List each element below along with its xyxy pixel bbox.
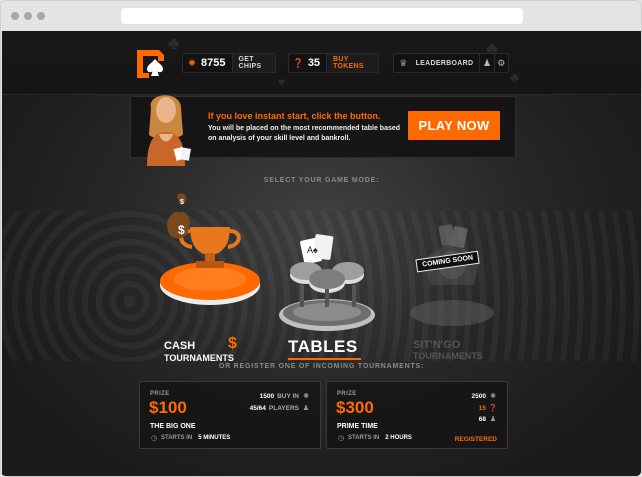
- dollar-icon: $: [228, 335, 237, 352]
- poker-chips-icon: A♠: [279, 234, 375, 331]
- window-dot-icon[interactable]: [11, 12, 19, 20]
- buy-in-value: 1500: [259, 392, 275, 400]
- tournament-card[interactable]: PRIZE $100 1500 BUY IN ✺ 45/64 PLAYERS ♟…: [139, 381, 321, 449]
- chips-count: 8755: [201, 57, 226, 69]
- get-chips-button[interactable]: GET CHIPS: [231, 54, 275, 72]
- token-icon: ❓: [488, 405, 498, 412]
- banner-description: You will be placed on the most recommend…: [208, 125, 401, 142]
- cash-tournaments-label[interactable]: CASH TOURNAMENTS: [164, 340, 234, 364]
- chips-balance: ✺ 8755 GET CHIPS: [182, 53, 276, 73]
- prize-label: PRIZE: [150, 391, 170, 397]
- leaderboard-bar: ♛ LEADERBOARD ♟ ⚙: [393, 53, 509, 73]
- buy-in-row: 2500 ✺: [471, 392, 497, 401]
- game-mode-heading: SELECT YOUR GAME MODE:: [263, 177, 380, 184]
- sitngo-table-icon: [410, 224, 494, 326]
- tournament-card[interactable]: PRIZE $300 2500 ✺ 15 ❓ 68 ♟ PRIME TIME ◷…: [326, 381, 508, 449]
- club-decor-icon: ♣: [510, 69, 520, 85]
- tables-label[interactable]: TABLES: [288, 337, 358, 357]
- window-dot-icon[interactable]: [24, 12, 32, 20]
- prize-amount: $100: [149, 398, 187, 417]
- browser-window: ♣ ♠ ♣ ♥ ✺ 8755 GET CHIPS ❓ 35 BUY TOKENS…: [0, 0, 642, 477]
- heart-decor-icon: ♥: [278, 75, 286, 89]
- starts-value: 2 HOURS: [385, 435, 412, 441]
- tournaments-heading: OR REGISTER ONE OF INCOMING TOURNAMENTS:: [218, 363, 425, 370]
- club-decor-icon: ♣: [168, 33, 180, 53]
- play-now-button[interactable]: PLAY NOW: [408, 111, 500, 140]
- tournament-name: PRIME TIME: [337, 423, 378, 430]
- sitngo-mode: [404, 221, 500, 327]
- registered-status: REGISTERED: [454, 436, 497, 443]
- cash-tournaments-mode[interactable]: $ $: [154, 189, 266, 327]
- svg-text:A♠: A♠: [307, 245, 318, 255]
- players-value: 68: [478, 415, 486, 423]
- trophy-icon: ♛: [399, 57, 408, 68]
- tokens-row: 15 ❓: [478, 404, 498, 413]
- clock-icon: ◷: [150, 435, 158, 442]
- buy-in-label: BUY IN: [277, 392, 299, 400]
- trophy-money-icon: $ $: [160, 193, 260, 305]
- banner-title: If you love instant start, click the but…: [208, 111, 381, 121]
- tables-underline: [288, 358, 361, 360]
- players-icon: ♟: [302, 405, 310, 412]
- svg-text:$: $: [178, 223, 185, 237]
- chip-icon: ✺: [490, 393, 496, 400]
- players-icon: ♟: [489, 416, 497, 423]
- sitngo-label-line1: SIT'N'GO: [413, 339, 461, 351]
- tokens-value: 15: [478, 404, 486, 412]
- buy-tokens-button[interactable]: BUY TOKENS: [326, 54, 378, 72]
- svg-text:$: $: [180, 199, 184, 206]
- address-bar[interactable]: [121, 8, 523, 24]
- tables-mode[interactable]: A♠: [272, 227, 382, 331]
- sitngo-label-line2: TOURNAMENTS: [413, 351, 483, 361]
- chip-icon: ✺: [188, 57, 196, 68]
- logo-icon[interactable]: [133, 47, 167, 79]
- starts-row: ◷ STARTS IN 5 MINUTES: [150, 434, 230, 442]
- starts-label: STARTS IN: [348, 435, 380, 441]
- players-row: 68 ♟: [478, 415, 497, 424]
- buy-in-value: 2500: [471, 392, 486, 400]
- hostess-avatar: [147, 95, 191, 166]
- tokens-balance: ❓ 35 BUY TOKENS: [288, 53, 379, 73]
- sitngo-label: SIT'N'GO TOURNAMENTS: [413, 340, 483, 362]
- chip-icon: ✺: [303, 393, 309, 400]
- prize-amount: $300: [336, 398, 374, 417]
- tournament-name: THE BIG ONE: [150, 423, 196, 430]
- cash-label-line1: CASH: [164, 340, 196, 352]
- token-icon: ❓: [292, 57, 305, 68]
- players-row: 45/64 PLAYERS ♟: [249, 404, 310, 413]
- window-dot-icon[interactable]: [37, 12, 45, 20]
- game-lobby: ♣ ♠ ♣ ♥ ✺ 8755 GET CHIPS ❓ 35 BUY TOKENS…: [2, 31, 641, 476]
- starts-label: STARTS IN: [161, 435, 193, 441]
- tokens-count: 35: [307, 57, 321, 69]
- user-icon[interactable]: ♟: [479, 54, 493, 72]
- clock-icon: ◷: [337, 435, 345, 442]
- buy-in-row: 1500 BUY IN ✺: [259, 392, 310, 401]
- players-label: PLAYERS: [268, 404, 299, 412]
- starts-row: ◷ STARTS IN 2 HOURS: [337, 434, 412, 442]
- starts-value: 5 MINUTES: [198, 435, 231, 441]
- players-value: 45/64: [249, 404, 266, 412]
- browser-chrome: [1, 1, 641, 31]
- prize-label: PRIZE: [337, 391, 357, 397]
- settings-icon[interactable]: ⚙: [493, 54, 508, 72]
- leaderboard-button[interactable]: LEADERBOARD: [410, 54, 480, 72]
